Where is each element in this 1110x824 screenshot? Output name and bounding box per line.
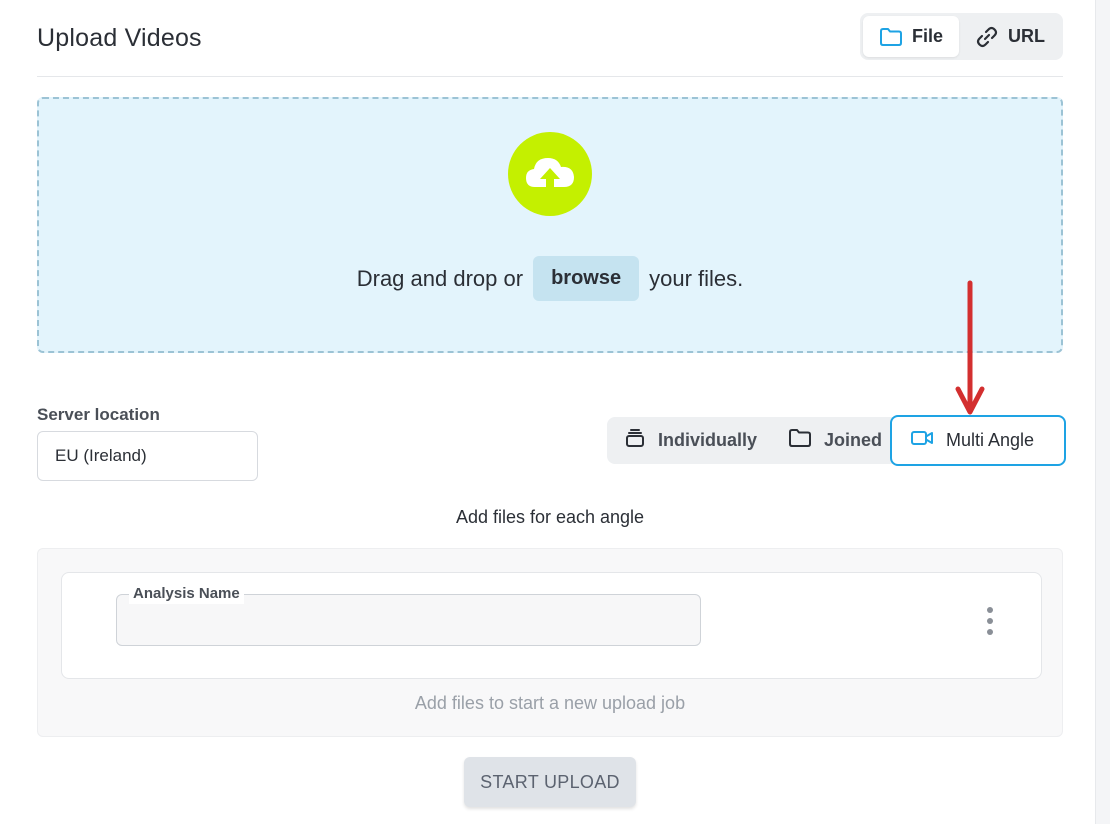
- link-icon: [975, 25, 999, 49]
- mode-individually[interactable]: Individually: [624, 417, 757, 464]
- more-options-icon[interactable]: [982, 607, 998, 635]
- server-location-value: EU (Ireland): [55, 446, 147, 465]
- tab-url[interactable]: URL: [959, 16, 1061, 57]
- start-upload-button[interactable]: START UPLOAD: [464, 757, 636, 807]
- folder-icon: [879, 27, 903, 47]
- analysis-name-input[interactable]: Analysis Name: [116, 584, 701, 646]
- angle-hint: Add files for each angle: [455, 507, 645, 527]
- mode-multi-angle-label: Multi Angle: [946, 430, 1035, 450]
- mode-joined[interactable]: Joined: [788, 417, 882, 464]
- empty-job-hint: Add files to start a new upload job: [414, 693, 686, 713]
- upload-job-area: Analysis Name Add files to start a new u…: [37, 548, 1063, 737]
- video-camera-icon: [910, 429, 934, 452]
- source-toggle: File URL: [860, 13, 1063, 60]
- tab-file[interactable]: File: [863, 16, 960, 57]
- tab-file-label: File: [912, 26, 944, 46]
- server-location-label: Server location: [37, 405, 160, 424]
- upload-panel: Upload Videos File URL Drag and drop or …: [0, 0, 1096, 824]
- upload-job-card: Analysis Name: [61, 572, 1042, 679]
- server-location-select[interactable]: EU (Ireland): [37, 431, 258, 481]
- browse-button[interactable]: browse: [533, 256, 640, 301]
- file-dropzone[interactable]: Drag and drop or browse your files.: [37, 97, 1063, 353]
- dropzone-text-after: your files.: [649, 265, 744, 291]
- cloud-upload-icon: [508, 132, 592, 216]
- folder-icon: [788, 428, 812, 453]
- mode-joined-label: Joined: [824, 430, 883, 450]
- analysis-name-label: Analysis Name: [129, 584, 244, 604]
- page-header: Upload Videos File URL: [37, 0, 1063, 77]
- upload-mode-toggle: Individually Joined Multi Angle: [607, 415, 1066, 466]
- stack-icon: [624, 427, 646, 454]
- mode-multi-angle[interactable]: Multi Angle: [890, 415, 1066, 466]
- annotation-arrow-icon: [955, 280, 985, 415]
- tab-url-label: URL: [1008, 26, 1046, 46]
- dropzone-text: Drag and drop or browse your files.: [39, 256, 1061, 301]
- page-title: Upload Videos: [37, 24, 202, 52]
- mode-individually-label: Individually: [658, 430, 758, 450]
- dropzone-text-before: Drag and drop or: [356, 265, 524, 291]
